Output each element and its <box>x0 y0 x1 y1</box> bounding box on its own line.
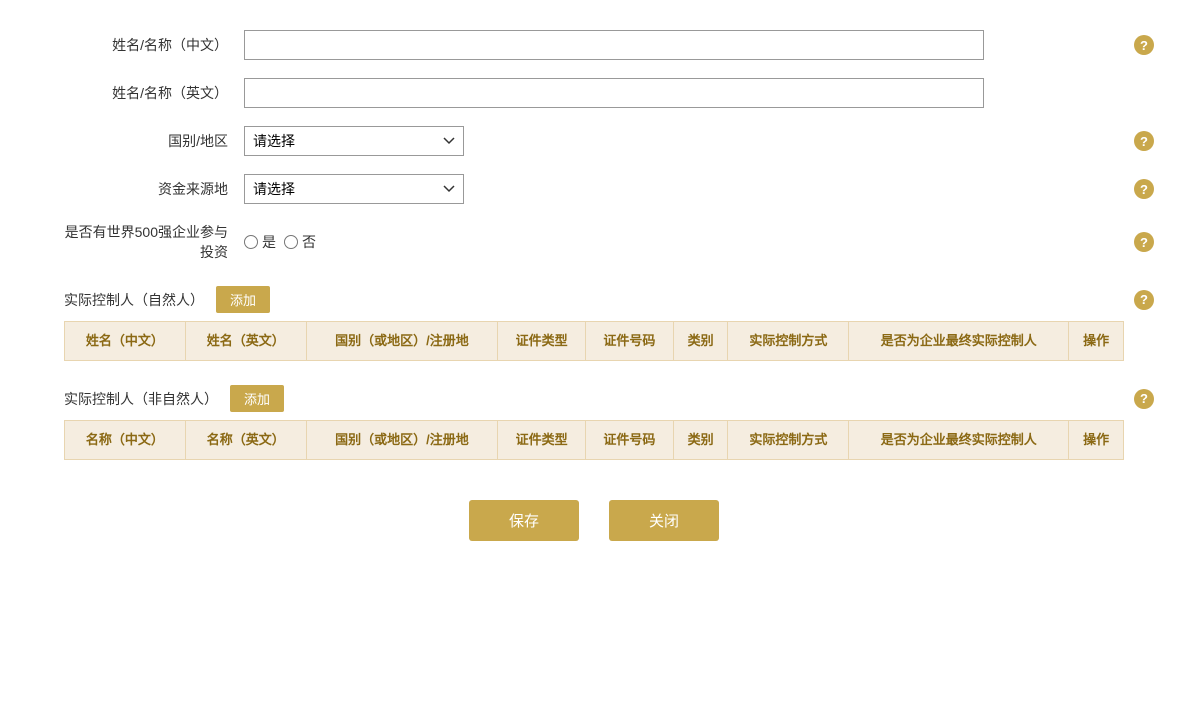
natural-col-name-en: 姓名（英文） <box>185 322 306 361</box>
non-natural-col-country: 国别（或地区）/注册地 <box>306 421 498 460</box>
natural-person-section-header: 实际控制人（自然人） 添加 ? <box>64 286 1124 313</box>
non-natural-col-name-zh: 名称（中文） <box>65 421 186 460</box>
name-zh-input[interactable] <box>244 30 984 60</box>
fortune500-no-label: 否 <box>302 232 316 252</box>
natural-person-title: 实际控制人（自然人） <box>64 290 204 310</box>
non-natural-col-control-method: 实际控制方式 <box>728 421 849 460</box>
funding-source-label: 资金来源地 <box>64 179 244 199</box>
fortune500-yes-radio[interactable] <box>244 235 258 249</box>
natural-col-operation: 操作 <box>1069 322 1124 361</box>
non-natural-col-cert-type: 证件类型 <box>498 421 586 460</box>
non-natural-col-category: 类别 <box>673 421 728 460</box>
name-zh-label: 姓名/名称（中文） <box>64 35 244 55</box>
country-select[interactable]: 请选择 <box>244 126 464 156</box>
fortune500-radio-group: 是 否 <box>244 232 316 252</box>
non-natural-help-icon[interactable]: ? <box>1134 389 1154 409</box>
non-natural-title: 实际控制人（非自然人） <box>64 389 218 409</box>
natural-col-cert-no: 证件号码 <box>585 322 673 361</box>
non-natural-table-header-row: 名称（中文） 名称（英文） 国别（或地区）/注册地 证件类型 证件号码 类别 实… <box>65 421 1124 460</box>
fortune500-yes-option[interactable]: 是 <box>244 232 276 252</box>
natural-col-category: 类别 <box>673 322 728 361</box>
name-en-label: 姓名/名称（英文） <box>64 83 244 103</box>
fortune500-help-icon[interactable]: ? <box>1134 232 1154 252</box>
name-en-input[interactable] <box>244 78 984 108</box>
fortune500-label: 是否有世界500强企业参与投资 <box>64 222 244 262</box>
non-natural-col-name-en: 名称（英文） <box>185 421 306 460</box>
non-natural-add-button[interactable]: 添加 <box>230 385 284 412</box>
fortune500-yes-label: 是 <box>262 232 276 252</box>
non-natural-table: 名称（中文） 名称（英文） 国别（或地区）/注册地 证件类型 证件号码 类别 实… <box>64 420 1124 460</box>
natural-person-table-header-row: 姓名（中文） 姓名（英文） 国别（或地区）/注册地 证件类型 证件号码 类别 实… <box>65 322 1124 361</box>
natural-person-table: 姓名（中文） 姓名（英文） 国别（或地区）/注册地 证件类型 证件号码 类别 实… <box>64 321 1124 361</box>
non-natural-col-cert-no: 证件号码 <box>585 421 673 460</box>
non-natural-col-is-ultimate: 是否为企业最终实际控制人 <box>849 421 1069 460</box>
funding-source-select[interactable]: 请选择 <box>244 174 464 204</box>
natural-col-is-ultimate: 是否为企业最终实际控制人 <box>849 322 1069 361</box>
fortune500-no-radio[interactable] <box>284 235 298 249</box>
natural-person-add-button[interactable]: 添加 <box>216 286 270 313</box>
save-button[interactable]: 保存 <box>469 500 579 541</box>
natural-col-country: 国别（或地区）/注册地 <box>306 322 498 361</box>
name-zh-help-icon[interactable]: ? <box>1134 35 1154 55</box>
natural-col-cert-type: 证件类型 <box>498 322 586 361</box>
bottom-button-row: 保存 关闭 <box>64 500 1124 541</box>
fortune500-no-option[interactable]: 否 <box>284 232 316 252</box>
non-natural-col-operation: 操作 <box>1069 421 1124 460</box>
close-button[interactable]: 关闭 <box>609 500 719 541</box>
natural-col-name-zh: 姓名（中文） <box>65 322 186 361</box>
natural-col-control-method: 实际控制方式 <box>728 322 849 361</box>
natural-person-help-icon[interactable]: ? <box>1134 290 1154 310</box>
non-natural-section-header: 实际控制人（非自然人） 添加 ? <box>64 385 1124 412</box>
country-help-icon[interactable]: ? <box>1134 131 1154 151</box>
country-label: 国别/地区 <box>64 131 244 151</box>
funding-help-icon[interactable]: ? <box>1134 179 1154 199</box>
